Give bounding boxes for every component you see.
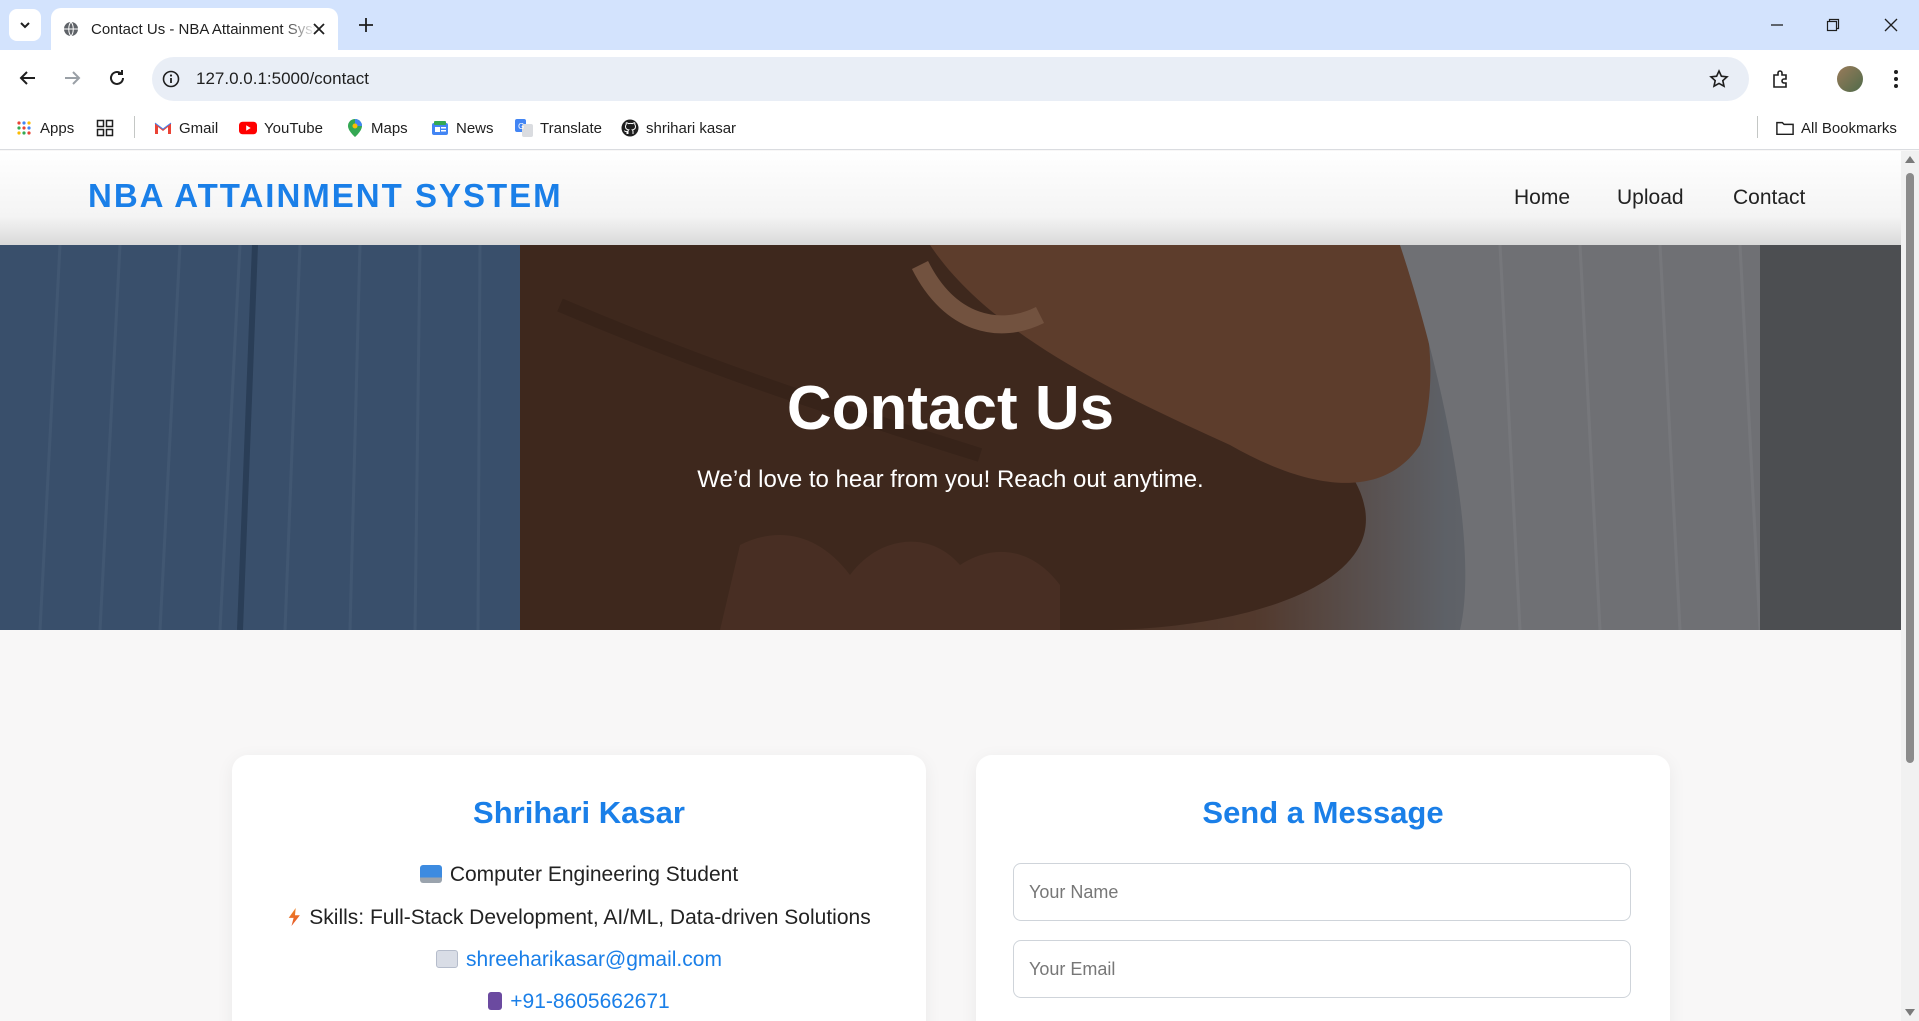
bookmark-label: Apps [40, 119, 75, 137]
close-window-button[interactable] [1876, 10, 1906, 40]
site-info-icon[interactable] [160, 68, 182, 90]
site-brand[interactable]: NBA ATTAINMENT SYSTEM [88, 177, 563, 215]
bookmarks-divider [134, 116, 135, 138]
minimize-button[interactable] [1762, 10, 1792, 40]
forward-button[interactable] [59, 65, 85, 91]
scroll-up-icon[interactable] [1905, 156, 1915, 163]
restore-button[interactable] [1818, 10, 1848, 40]
email-input[interactable] [1014, 941, 1630, 997]
arrow-right-icon [65, 71, 81, 85]
bookmark-apps[interactable]: Apps [15, 115, 74, 141]
bookmark-gmail[interactable]: Gmail [154, 115, 218, 141]
svg-text:G: G [518, 122, 524, 131]
email-icon [436, 950, 459, 968]
folder-icon [1776, 119, 1794, 137]
github-icon [621, 119, 639, 137]
plus-icon [359, 18, 373, 32]
name-field[interactable] [1013, 863, 1631, 921]
news-icon [431, 119, 449, 137]
bookmark-github[interactable]: shrihari kasar [621, 115, 736, 141]
scroll-down-icon[interactable] [1905, 1009, 1915, 1016]
chevron-down-icon [20, 22, 30, 29]
maps-pin-icon [346, 119, 364, 137]
all-bookmarks-label: All Bookmarks [1801, 119, 1897, 137]
nav-contact[interactable]: Contact [1733, 186, 1805, 210]
close-tab-icon[interactable] [310, 20, 328, 38]
minimize-icon [1771, 24, 1783, 26]
address-bar[interactable] [152, 57, 1749, 101]
hero-title: Contact Us [786, 374, 1115, 443]
bookmark-label: Maps [371, 119, 408, 137]
bookmark-news[interactable]: News [431, 115, 494, 141]
url-text[interactable]: 127.0.0.1:5000/contact [196, 69, 369, 89]
apps-grid-icon [15, 119, 33, 137]
laptop-icon [419, 865, 442, 883]
globe-icon [64, 21, 78, 37]
nav-home[interactable]: Home [1514, 186, 1570, 210]
email-link[interactable]: shreeharikasar@gmail.com [466, 948, 722, 971]
profile-avatar[interactable] [1837, 66, 1863, 92]
new-tab-button[interactable] [354, 13, 378, 37]
bookmark-translate[interactable]: G Translate [515, 115, 602, 141]
phone-link[interactable]: +91-8605662671 [510, 990, 669, 1013]
gmail-icon [154, 119, 172, 137]
reload-button[interactable] [104, 65, 130, 91]
profile-skills: Skills: Full-Stack Development, AI/ML, D… [232, 906, 926, 930]
tab-groups-icon [96, 119, 114, 137]
bookmark-label: News [456, 119, 494, 137]
all-bookmarks-button[interactable]: All Bookmarks [1776, 115, 1897, 141]
youtube-icon [239, 119, 257, 137]
phone-icon [488, 992, 503, 1010]
bookmark-tab-groups[interactable] [96, 115, 121, 141]
restore-icon [1826, 18, 1840, 32]
bookmark-label: Gmail [179, 119, 219, 137]
hero-subtitle: We’d love to hear from you! Reach out an… [697, 466, 1204, 493]
back-button[interactable] [15, 65, 41, 91]
page-scrollbar[interactable] [1901, 151, 1919, 1021]
reload-icon [110, 70, 124, 85]
email-field[interactable] [1013, 940, 1631, 998]
bookmark-label: shrihari kasar [646, 119, 737, 137]
hero-banner: Contact Us We’d love to hear from you! R… [0, 245, 1901, 630]
nav-upload[interactable]: Upload [1617, 186, 1684, 210]
scroll-thumb[interactable] [1906, 173, 1914, 763]
profile-card: Shrihari Kasar Computer Engineering Stud… [232, 755, 926, 1021]
bookmark-label: YouTube [264, 119, 323, 137]
name-input[interactable] [1014, 864, 1630, 920]
form-title: Send a Message [1202, 795, 1444, 830]
active-tab[interactable]: Contact Us - NBA Attainment System [51, 8, 338, 50]
profile-phone: +91-8605662671 [232, 990, 926, 1014]
site-header: NBA ATTAINMENT SYSTEM Home Upload Contac… [0, 151, 1901, 245]
profile-skills-text: Skills: Full-Stack Development, AI/ML, D… [309, 906, 871, 929]
profile-role-text: Computer Engineering Student [449, 863, 739, 886]
profile-name: Shrihari Kasar [473, 795, 685, 830]
message-form-card: Send a Message [976, 755, 1670, 1021]
bookmark-label: Translate [540, 119, 602, 137]
browser-menu-icon[interactable] [1883, 66, 1909, 92]
bookmark-star-icon[interactable] [1706, 66, 1732, 92]
page-viewport: NBA ATTAINMENT SYSTEM Home Upload Contac… [0, 151, 1901, 1021]
arrow-left-icon [19, 71, 35, 85]
bookmarks-divider [1757, 116, 1758, 138]
lightning-icon [288, 908, 300, 926]
bookmark-youtube[interactable]: YouTube [239, 115, 323, 141]
tab-search-button[interactable] [9, 9, 41, 41]
tab-title: Contact Us - NBA Attainment System [91, 20, 316, 38]
profile-role: Computer Engineering Student [232, 863, 926, 887]
profile-email: shreeharikasar@gmail.com [232, 948, 926, 972]
extensions-icon[interactable] [1768, 66, 1794, 92]
translate-icon: G [515, 119, 533, 137]
bookmark-maps[interactable]: Maps [346, 115, 408, 141]
close-icon [1884, 18, 1898, 32]
